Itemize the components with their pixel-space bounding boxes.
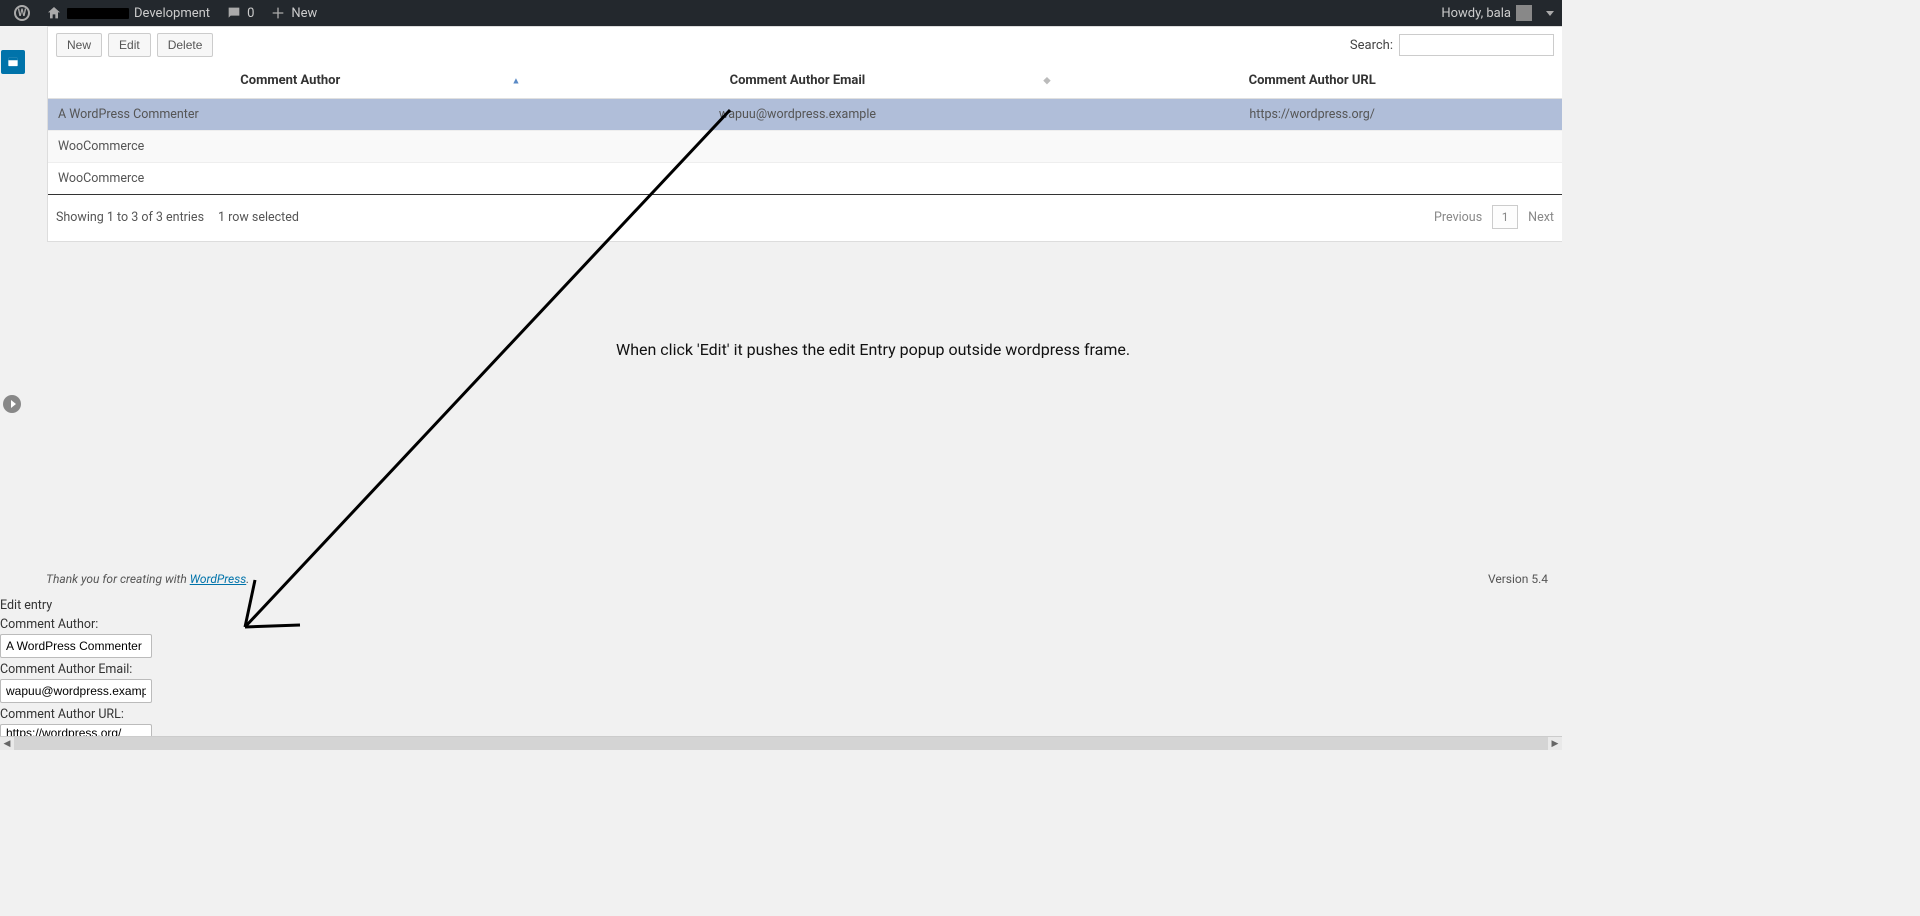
howdy-text: Howdy, bala bbox=[1441, 6, 1511, 21]
cell-author: WooCommerce bbox=[48, 131, 532, 163]
home-icon bbox=[46, 5, 62, 21]
email-field-label: Comment Author Email: bbox=[0, 662, 152, 677]
entries-info: Showing 1 to 3 of 3 entries bbox=[56, 210, 204, 225]
left-dock bbox=[0, 50, 26, 74]
toolbar: New Edit Delete Search: bbox=[48, 27, 1562, 63]
cell-email bbox=[532, 163, 1062, 195]
cell-author: A WordPress Commenter bbox=[48, 99, 532, 131]
horizontal-scrollbar[interactable]: ◀ ▶ bbox=[0, 736, 1562, 750]
comments-count: 0 bbox=[247, 6, 254, 21]
plus-icon bbox=[270, 5, 286, 21]
cell-url bbox=[1062, 163, 1562, 195]
cell-email: wapuu@wordpress.example bbox=[532, 99, 1062, 131]
annotation-text: When click 'Edit' it pushes the edit Ent… bbox=[616, 340, 1130, 359]
cell-url bbox=[1062, 131, 1562, 163]
author-field[interactable] bbox=[0, 634, 152, 658]
new-label: New bbox=[291, 6, 317, 21]
selected-info: 1 row selected bbox=[218, 210, 299, 225]
card-icon bbox=[6, 55, 20, 69]
redacted-site-name bbox=[67, 8, 129, 19]
site-link[interactable]: Development bbox=[40, 5, 216, 21]
dock-expand-button[interactable] bbox=[3, 395, 21, 413]
comments-link[interactable]: 0 bbox=[220, 5, 260, 21]
pager-previous[interactable]: Previous bbox=[1434, 210, 1482, 225]
col-author[interactable]: Comment Author ▲ bbox=[48, 63, 532, 99]
scrollbar-track[interactable] bbox=[14, 737, 1548, 750]
wp-logo[interactable]: W bbox=[8, 5, 36, 21]
email-field[interactable] bbox=[0, 679, 152, 703]
col-email-label: Comment Author Email bbox=[730, 73, 866, 88]
pager-page-1[interactable]: 1 bbox=[1492, 205, 1518, 229]
cell-url: https://wordpress.org/ bbox=[1062, 99, 1562, 131]
col-email[interactable]: Comment Author Email ◆ bbox=[532, 63, 1062, 99]
new-link[interactable]: New bbox=[264, 5, 323, 21]
comments-table: Comment Author ▲ Comment Author Email ◆ … bbox=[48, 63, 1562, 194]
dock-card-button[interactable] bbox=[1, 50, 25, 74]
search-input[interactable] bbox=[1399, 34, 1554, 56]
table-footer: Showing 1 to 3 of 3 entries 1 row select… bbox=[48, 194, 1562, 241]
thanks-prefix: Thank you for creating with bbox=[46, 572, 190, 586]
wordpress-link[interactable]: WordPress bbox=[190, 572, 247, 586]
edit-entry-popup: Edit entry Comment Author: Comment Autho… bbox=[0, 598, 152, 741]
site-suffix: Development bbox=[134, 6, 210, 21]
comment-icon bbox=[226, 5, 242, 21]
edit-button[interactable]: Edit bbox=[108, 33, 151, 57]
scroll-left-icon[interactable]: ◀ bbox=[0, 739, 14, 749]
search-label: Search: bbox=[1350, 38, 1393, 53]
table-row[interactable]: WooCommerce bbox=[48, 131, 1562, 163]
col-author-label: Comment Author bbox=[240, 73, 340, 88]
wp-version: Version 5.4 bbox=[1488, 572, 1548, 586]
data-panel: New Edit Delete Search: Comment Author ▲… bbox=[47, 26, 1562, 242]
delete-button[interactable]: Delete bbox=[157, 33, 214, 57]
col-url[interactable]: Comment Author URL bbox=[1062, 63, 1562, 99]
cell-email bbox=[532, 131, 1062, 163]
avatar bbox=[1516, 5, 1532, 21]
url-field-label: Comment Author URL: bbox=[0, 707, 152, 722]
cell-author: WooCommerce bbox=[48, 163, 532, 195]
table-row[interactable]: WooCommerce bbox=[48, 163, 1562, 195]
pager-next[interactable]: Next bbox=[1528, 210, 1554, 225]
sort-asc-icon: ▲ bbox=[512, 75, 521, 86]
howdy-link[interactable]: Howdy, bala bbox=[1435, 5, 1538, 21]
dropdown-caret-icon[interactable] bbox=[1546, 11, 1554, 16]
new-button[interactable]: New bbox=[56, 33, 102, 57]
wp-thank-you: Thank you for creating with WordPress. bbox=[46, 572, 249, 586]
edit-entry-title: Edit entry bbox=[0, 598, 152, 613]
col-url-label: Comment Author URL bbox=[1249, 73, 1376, 88]
sort-both-icon: ◆ bbox=[1043, 76, 1050, 86]
table-row[interactable]: A WordPress Commenter wapuu@wordpress.ex… bbox=[48, 99, 1562, 131]
admin-bar: W Development 0 New Howdy, bala bbox=[0, 0, 1562, 26]
author-field-label: Comment Author: bbox=[0, 617, 152, 632]
scroll-right-icon[interactable]: ▶ bbox=[1548, 739, 1562, 749]
period: . bbox=[246, 572, 249, 586]
